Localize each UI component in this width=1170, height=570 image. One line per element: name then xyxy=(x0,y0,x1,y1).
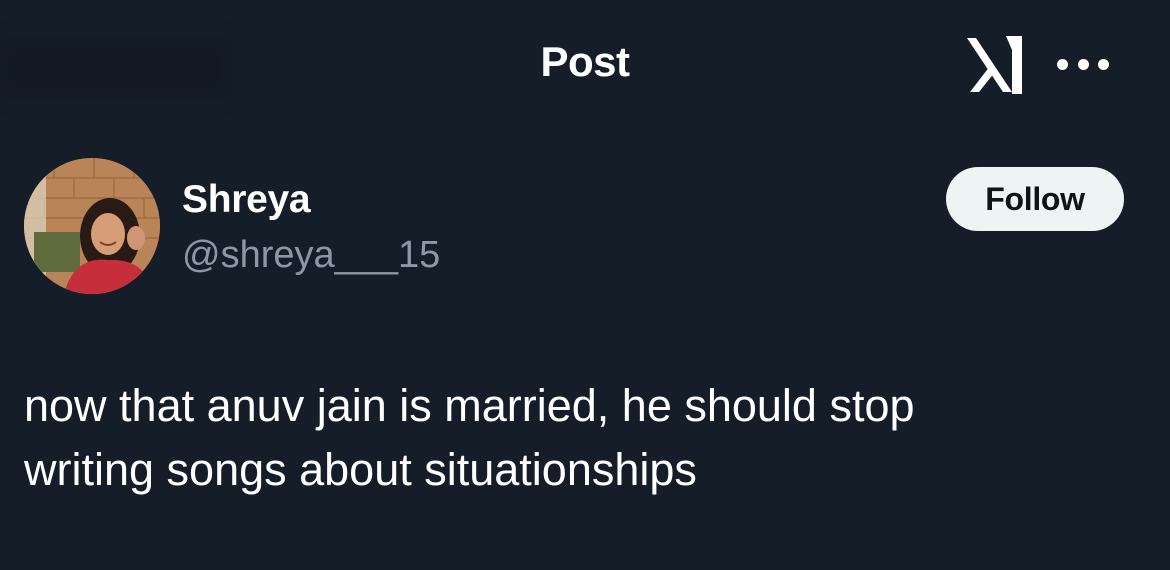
dot xyxy=(1098,58,1109,70)
x-logo-icon[interactable] xyxy=(964,30,1030,98)
post-text: now that anuv jain is married, he should… xyxy=(24,374,1144,502)
post-screen: Post Shreya @shreya___15 Follow now that… xyxy=(0,0,1170,570)
display-name[interactable]: Shreya xyxy=(182,178,311,222)
top-bar: Post xyxy=(0,0,1170,130)
dot xyxy=(1077,58,1089,70)
post-text-line: now that anuv jain is married, he should… xyxy=(24,380,915,431)
post-text-line: writing songs about situationships xyxy=(24,444,697,495)
dot xyxy=(1057,58,1068,70)
avatar[interactable] xyxy=(24,158,160,294)
more-options-icon[interactable] xyxy=(1057,58,1109,70)
user-handle[interactable]: @shreya___15 xyxy=(182,234,440,277)
follow-button[interactable]: Follow xyxy=(946,167,1124,231)
profile-photo xyxy=(24,158,160,294)
